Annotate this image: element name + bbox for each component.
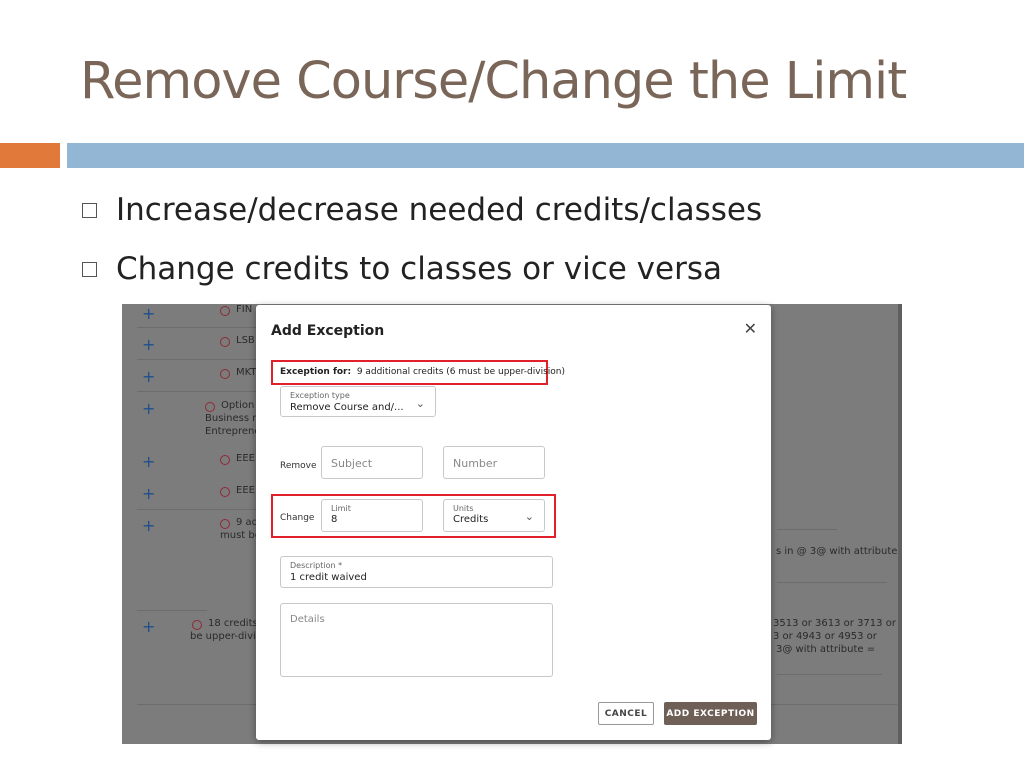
expand-plus-icon[interactable]: + [142,516,155,535]
units-select[interactable]: Units Credits ⌄ [443,499,545,532]
divider [137,391,257,392]
accent-bar-orange [0,143,60,168]
placeholder: Number [453,457,498,470]
expand-plus-icon[interactable]: + [142,484,155,503]
chevron-down-icon: ⌄ [524,510,534,523]
square-bullet-icon [82,261,97,277]
divider [777,582,887,583]
expand-plus-icon[interactable]: + [142,335,155,354]
expand-plus-icon[interactable]: + [142,452,155,471]
divider [137,359,257,360]
row-text: s in @ 3@ with attribute [776,546,898,557]
divider [777,529,837,530]
unmet-circle-icon [220,306,230,316]
field-label: Exception type [290,391,350,400]
number-input[interactable]: Number [443,446,545,479]
add-exception-dialog: Add Exception ✕ Exception for: 9 additio… [256,305,771,740]
change-label: Change [280,513,315,523]
bullet-item: Increase/decrease needed credits/classes [82,192,762,228]
unmet-circle-icon [192,620,202,630]
unmet-circle-icon [205,402,215,412]
add-exception-button[interactable]: ADD EXCEPTION [664,702,757,725]
placeholder: Subject [331,457,373,470]
unmet-circle-icon [220,369,230,379]
unmet-circle-icon [220,455,230,465]
slide-title: Remove Course/Change the Limit [80,52,907,111]
details-textarea[interactable]: Details [280,603,553,677]
unmet-circle-icon [220,487,230,497]
divider [777,674,882,675]
description-input[interactable]: Description * 1 credit waived [280,556,553,588]
field-label: Units [453,504,474,513]
field-value: Credits [453,514,489,525]
row-text: MKT [236,367,257,378]
limit-input[interactable]: Limit 8 [321,499,423,532]
field-value: Remove Course and/... [290,402,404,413]
expand-plus-icon[interactable]: + [142,304,155,323]
field-label: Description * [290,561,343,570]
divider [137,327,257,328]
field-value: 1 credit waived [290,572,367,583]
row-text: 3@ with attribute = [776,644,876,655]
exception-for-value: 9 additional credits (6 must be upper-di… [356,367,566,377]
dialog-title: Add Exception [271,323,385,339]
subject-input[interactable]: Subject [321,446,423,479]
row-text: 3 or 4943 or 4953 or [773,631,877,642]
accent-bar-blue [67,143,1024,168]
field-value: 8 [331,514,338,525]
divider [137,509,257,510]
bullet-item: Change credits to classes or vice versa [82,251,722,287]
exception-for-label: Exception for: [280,367,352,377]
exception-type-select[interactable]: Exception type Remove Course and/... ⌄ [280,386,436,417]
bullet-text: Increase/decrease needed credits/classes [116,192,763,228]
square-bullet-icon [82,202,97,218]
row-text: 3513 or 3613 or 3713 or [773,618,896,629]
expand-plus-icon[interactable]: + [142,367,155,386]
unmet-circle-icon [220,519,230,529]
chevron-down-icon: ⌄ [415,397,425,410]
close-icon[interactable]: ✕ [744,319,757,338]
field-label: Limit [331,504,351,513]
unmet-circle-icon [220,337,230,347]
cancel-button[interactable]: CANCEL [598,702,654,725]
placeholder: Details [290,614,325,625]
row-text: must be [220,530,261,541]
scrollbar[interactable] [898,304,902,744]
divider [137,610,207,611]
remove-label: Remove [280,461,317,471]
expand-plus-icon[interactable]: + [142,617,155,636]
bullet-text: Change credits to classes or vice versa [116,251,722,287]
expand-plus-icon[interactable]: + [142,399,155,418]
exception-for: Exception for: 9 additional credits (6 m… [280,367,565,377]
